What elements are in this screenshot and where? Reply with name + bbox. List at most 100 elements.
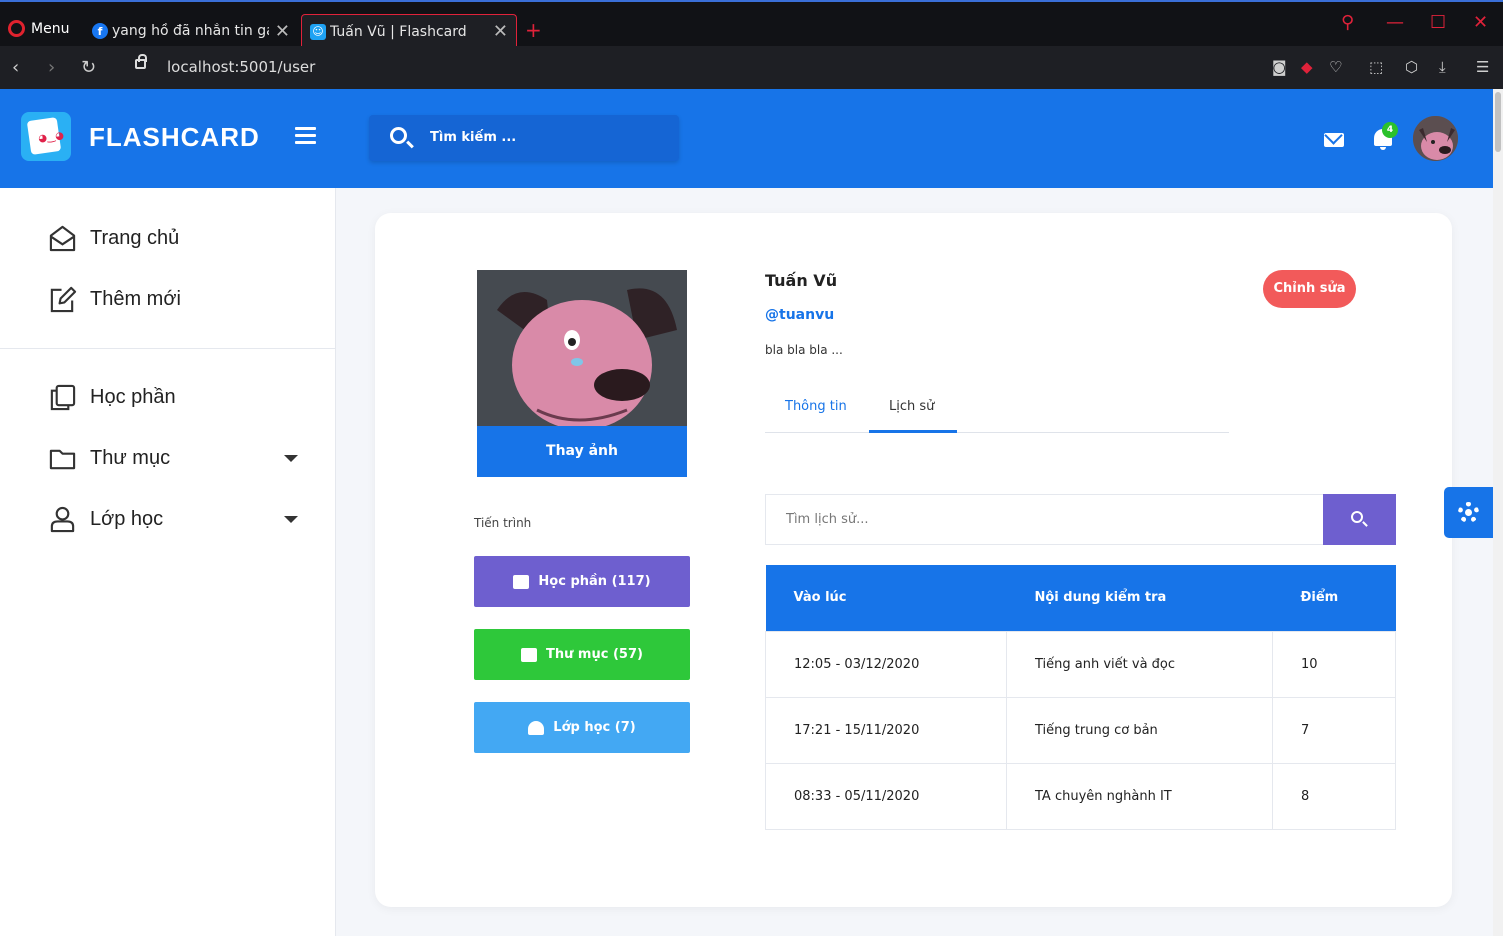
chevron-down-icon[interactable] xyxy=(284,455,298,462)
progress-label: Tiến trình xyxy=(474,516,532,530)
profile-picture: Thay ảnh xyxy=(477,270,687,477)
user-handle: @tuanvu xyxy=(765,307,835,323)
brand-name[interactable]: FLASHCARD xyxy=(89,122,260,153)
table-cell: 8 xyxy=(1272,762,1396,830)
sidebar: Trang chủ Thêm mới Học phần Thư mục Lớp … xyxy=(0,188,336,936)
history-search-input[interactable]: Tìm lịch sử... xyxy=(765,494,1324,545)
active-tab-indicator xyxy=(869,430,957,433)
sidebar-item-classes[interactable]: Lớp học xyxy=(48,505,163,534)
minimize-icon[interactable]: — xyxy=(1386,12,1404,33)
browser-tab-facebook[interactable]: f yang hồ đã nhắn tin gay ✕ xyxy=(84,14,298,48)
change-photo-button[interactable]: Thay ảnh xyxy=(477,426,687,477)
adblock-shield-icon[interactable]: ◆ xyxy=(1301,58,1313,76)
table-cell: 7 xyxy=(1272,696,1396,764)
tabs-divider xyxy=(765,432,1229,433)
heart-icon[interactable]: ♡ xyxy=(1329,58,1342,76)
sidebar-item-new[interactable]: Thêm mới xyxy=(48,285,181,314)
mail-icon[interactable] xyxy=(1324,133,1344,147)
browser-tab-label: Tuấn Vũ | Flashcard xyxy=(330,23,467,40)
user-icon xyxy=(528,720,545,735)
table-cell: TA chuyên nghành IT xyxy=(1006,762,1273,830)
classes-progress-button[interactable]: Lớp học (7) xyxy=(474,702,690,753)
sidebar-item-label: Trang chủ xyxy=(90,227,180,249)
history-search-button[interactable] xyxy=(1323,494,1396,545)
user-name: Tuấn Vũ xyxy=(765,271,838,290)
table-row: 08:33 - 05/11/2020 TA chuyên nghành IT 8 xyxy=(765,762,1396,830)
edit-profile-button[interactable]: Chỉnh sửa xyxy=(1263,270,1356,308)
new-tab-icon[interactable]: + xyxy=(525,18,542,42)
notification-badge: 4 xyxy=(1382,122,1398,138)
sidebar-item-label: Lớp học xyxy=(90,508,164,530)
table-cell: Tiếng trung cơ bản xyxy=(1006,696,1273,764)
flashcard-favicon-icon: ☺ xyxy=(310,23,326,40)
table-row: 12:05 - 03/12/2020 Tiếng anh viết và đọc… xyxy=(765,630,1396,698)
browser-menu-button[interactable]: Menu xyxy=(8,20,69,37)
button-label: Lớp học (7) xyxy=(553,720,636,735)
tab-info[interactable]: Thông tin xyxy=(785,399,847,414)
sidebar-item-folders[interactable]: Thư mục xyxy=(48,444,170,473)
history-search-placeholder: Tìm lịch sử... xyxy=(786,512,869,527)
search-icon xyxy=(390,127,407,144)
lock-icon xyxy=(135,54,147,69)
browser-menu-label: Menu xyxy=(31,20,70,37)
header-search[interactable]: Tìm kiếm ... xyxy=(369,115,679,161)
forward-icon[interactable]: › xyxy=(48,57,55,78)
snapshot-icon[interactable]: ◙ xyxy=(1272,58,1287,76)
copy-icon xyxy=(513,574,530,589)
folder-icon xyxy=(521,647,538,662)
browser-search-icon[interactable]: ⚲ xyxy=(1341,12,1354,33)
user-avatar[interactable] xyxy=(1411,114,1460,163)
table-cell: Tiếng anh viết và đọc xyxy=(1006,630,1273,698)
back-icon[interactable]: ‹ xyxy=(12,57,19,78)
flashcard-logo[interactable]: ◕‿◕ xyxy=(21,112,71,161)
sidebar-divider xyxy=(0,348,336,349)
download-icon[interactable]: ⤓ xyxy=(1439,58,1446,76)
gear-icon xyxy=(1458,502,1479,523)
browser-tab-flashcard[interactable]: ☺ Tuấn Vũ | Flashcard ✕ xyxy=(301,14,517,48)
close-window-icon[interactable]: ✕ xyxy=(1473,12,1488,33)
search-input[interactable]: Tìm kiếm ... xyxy=(430,130,516,145)
cube-icon[interactable]: ⬡ xyxy=(1405,58,1418,76)
table-row: 17:21 - 15/11/2020 Tiếng trung cơ bản 7 xyxy=(765,696,1396,764)
sidebar-item-study-sets[interactable]: Học phần xyxy=(48,383,176,412)
hamburger-menu-icon[interactable] xyxy=(295,127,316,145)
search-icon xyxy=(1351,511,1363,523)
tab-history[interactable]: Lịch sử xyxy=(889,399,934,414)
capture-icon[interactable]: ⬚ xyxy=(1369,58,1383,76)
profile-card: Thay ảnh Tiến trình Học phần (117) Thư m… xyxy=(375,213,1452,907)
browser-tab-label: yang hồ đã nhắn tin gay xyxy=(112,23,269,39)
user-bio: bla bla bla ... xyxy=(765,343,843,357)
folder-icon xyxy=(49,449,76,470)
settings-panel-toggle[interactable] xyxy=(1444,487,1493,538)
browser-tab-bar: Menu f yang hồ đã nhắn tin gay ✕ ☺ Tuấn … xyxy=(0,0,1503,48)
table-cell: 08:33 - 05/11/2020 xyxy=(765,762,1007,830)
maximize-icon[interactable]: ☐ xyxy=(1430,12,1446,33)
user-icon xyxy=(50,506,75,533)
folders-progress-button[interactable]: Thư mục (57) xyxy=(474,629,690,680)
scrollbar-thumb[interactable] xyxy=(1495,92,1501,152)
column-header: Vào lúc xyxy=(765,565,1007,631)
table-cell: 12:05 - 03/12/2020 xyxy=(765,630,1007,698)
settings-sliders-icon[interactable]: ☰ xyxy=(1476,58,1489,76)
app-header: ◕‿◕ FLASHCARD Tìm kiếm ... 4 xyxy=(0,89,1493,188)
table-cell: 10 xyxy=(1272,630,1396,698)
close-tab-icon[interactable]: ✕ xyxy=(493,21,508,42)
close-tab-icon[interactable]: ✕ xyxy=(275,21,290,42)
sidebar-item-label: Thư mục xyxy=(90,447,171,469)
history-table: Vào lúc Nội dung kiểm tra Điểm 12:05 - 0… xyxy=(765,565,1396,830)
chevron-down-icon[interactable] xyxy=(284,516,298,523)
opera-logo-icon xyxy=(8,20,25,37)
page-scrollbar[interactable] xyxy=(1493,89,1503,936)
sidebar-item-label: Thêm mới xyxy=(90,288,181,310)
url-field[interactable]: localhost:5001/user xyxy=(167,58,315,76)
column-header: Nội dung kiểm tra xyxy=(1006,565,1273,631)
sidebar-item-home[interactable]: Trang chủ xyxy=(48,224,179,253)
sidebar-item-label: Học phần xyxy=(90,386,176,408)
home-icon xyxy=(49,225,76,252)
browser-address-bar: ‹ › ↻ localhost:5001/user ◙ ◆ ♡ ⬚ ⬡ ⤓ ☰ xyxy=(0,46,1503,89)
button-label: Thư mục (57) xyxy=(546,647,643,662)
reload-icon[interactable]: ↻ xyxy=(81,57,96,78)
study-sets-progress-button[interactable]: Học phần (117) xyxy=(474,556,690,607)
button-label: Học phần (117) xyxy=(538,574,651,589)
column-header: Điểm xyxy=(1272,565,1396,631)
